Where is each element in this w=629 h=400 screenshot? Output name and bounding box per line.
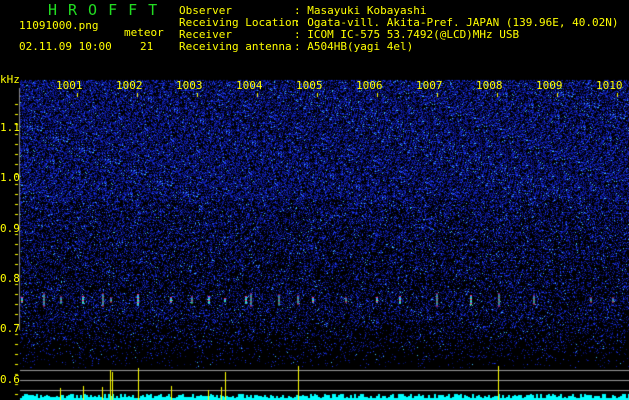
antenna-value: : A504HB(yagi 4el) xyxy=(294,40,414,53)
y-unit-label: kHz xyxy=(0,73,20,86)
antenna-label: Receiving antenna xyxy=(179,40,292,53)
x-tick-label: 1007 xyxy=(416,79,443,92)
x-tick-label: 1009 xyxy=(536,79,563,92)
datetime: 02.11.09 10:00 xyxy=(19,40,112,53)
x-tick-label: 1005 xyxy=(296,79,323,92)
filename: 11091000.png xyxy=(19,19,99,32)
y-tick-label: 0.7 xyxy=(0,322,20,336)
meteor-label: meteor xyxy=(124,26,164,39)
x-tick-label: 1002 xyxy=(116,79,143,92)
y-tick-label: 0.8 xyxy=(0,271,20,285)
spectrogram xyxy=(0,0,629,400)
y-tick-label: 1.1 xyxy=(0,121,20,134)
x-tick-label: 1006 xyxy=(356,79,383,92)
y-tick-label: 0.9 xyxy=(0,221,20,235)
x-tick-label: 1003 xyxy=(176,79,203,92)
y-tick-label: 1.0 xyxy=(0,171,20,185)
x-tick-label: 1010 xyxy=(596,79,623,92)
meteor-count: 21 xyxy=(140,40,154,53)
app-title: HROFFT xyxy=(48,1,169,19)
x-tick-label: 1001 xyxy=(56,79,83,92)
y-tick-label: 0.6 xyxy=(0,372,20,386)
x-tick-label: 1004 xyxy=(236,79,263,92)
x-tick-label: 1008 xyxy=(476,79,503,92)
